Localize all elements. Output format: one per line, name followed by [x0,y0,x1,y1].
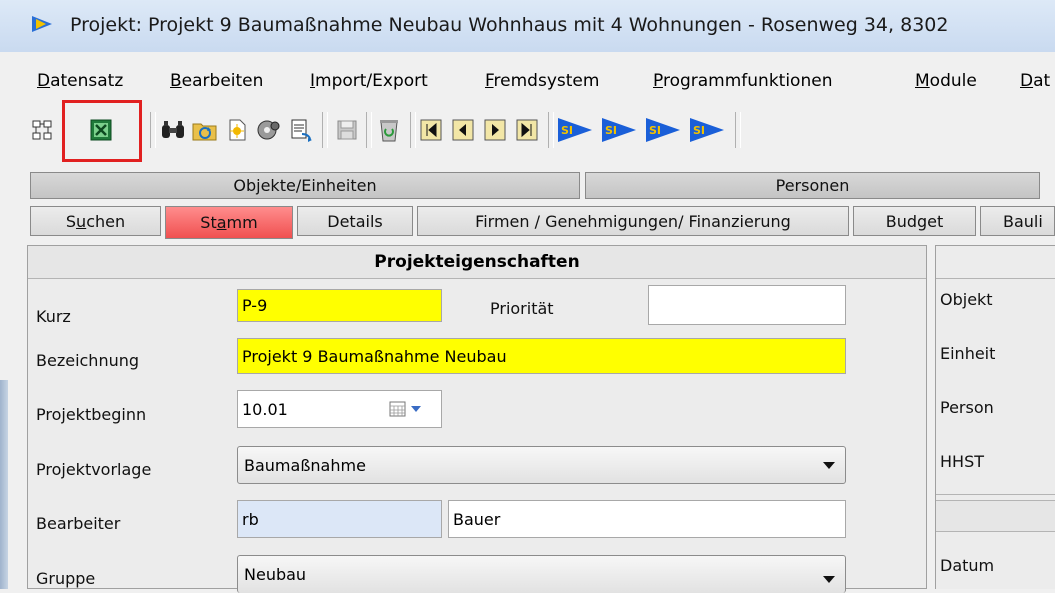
first-record-icon[interactable] [418,117,444,143]
previous-record-icon[interactable] [450,117,476,143]
right-panel-divider [936,494,1055,495]
menu-fremdsystem[interactable]: Fremdsystem [485,71,599,91]
folder-refresh-icon[interactable] [192,117,218,143]
menu-module[interactable]: Module [915,71,977,91]
projektvorlage-value: Baumaßnahme [244,455,366,475]
si-label: SI [605,124,617,137]
calendar-dropdown-icon[interactable] [389,400,429,422]
panel-header: Projekteigenschaften [28,246,926,279]
menu-datensatz[interactable]: Datensatz [37,71,123,91]
next-record-icon[interactable] [482,117,508,143]
hierarchy-icon[interactable] [30,117,56,143]
chevron-down-icon [823,576,835,583]
bearbeiter-code-field: rb [237,500,442,538]
projektbeginn-value: 10.01 [242,399,288,419]
si-play-1-icon[interactable]: SI [556,114,596,146]
last-record-icon[interactable] [514,117,540,143]
window-left-edge [0,380,8,589]
right-panel-divider [936,278,1055,279]
si-label: SI [649,124,661,137]
app-icon [30,13,56,35]
hhst-label: HHST [940,452,984,471]
kurz-input[interactable]: P-9 [237,289,442,322]
toolbar-separator [735,112,741,148]
new-document-icon[interactable] [224,117,250,143]
person-label: Person [940,398,994,417]
gruppe-value: Neubau [244,565,307,584]
right-panel-subheader [936,500,1055,532]
bezeichnung-label: Bezeichnung [36,351,140,370]
kurz-label: Kurz [36,307,71,326]
projektbeginn-label: Projektbeginn [36,405,147,424]
toolbar-separator [410,112,416,148]
excel-export-highlight [62,100,142,162]
tab-details[interactable]: Details [297,206,413,236]
prioritaet-input[interactable] [648,285,846,325]
save-icon[interactable] [334,117,360,143]
gruppe-label: Gruppe [36,569,96,588]
tab-objekte-einheiten[interactable]: Objekte/Einheiten [30,172,580,199]
window-title: Projekt: Projekt 9 Baumaßnahme Neubau Wo… [70,14,949,36]
bearbeiter-name-field: Bauer [448,500,846,538]
toolbar-separator [366,112,372,148]
document-transfer-icon[interactable] [288,117,314,143]
bearbeiter-label: Bearbeiter [36,514,121,533]
menu-programmfunktionen[interactable]: Programmfunktionen [653,71,832,91]
einheit-label: Einheit [940,344,996,363]
si-play-2-icon[interactable]: SI [600,114,640,146]
objekt-label: Objekt [940,290,993,309]
cd-gear-icon[interactable] [256,117,282,143]
projektvorlage-label: Projektvorlage [36,460,152,479]
si-label: SI [561,124,573,137]
si-play-4-icon[interactable]: SI [688,114,728,146]
tab-bauliste[interactable]: Bauli [980,206,1055,236]
prioritaet-label: Priorität [490,299,554,318]
recycle-bin-icon[interactable] [376,117,402,143]
tab-firmen-genehmigungen-finanzierung[interactable]: Firmen / Genehmigungen/ Finanzierung [417,206,849,236]
bezeichnung-input[interactable]: Projekt 9 Baumaßnahme Neubau [237,338,846,374]
menu-import-export[interactable]: Import/Export [310,71,428,91]
toolbar-separator [548,112,554,148]
toolbar-separator [150,112,156,148]
datum-label: Datum [940,556,995,575]
si-play-3-icon[interactable]: SI [644,114,684,146]
si-label: SI [693,124,705,137]
chevron-down-icon [823,462,835,469]
tab-budget[interactable]: Budget [853,206,976,236]
menu-daten[interactable]: Dat [1020,71,1050,91]
menu-bearbeiten[interactable]: Bearbeiten [170,71,263,91]
gruppe-dropdown[interactable]: Neubau [237,555,846,593]
projektvorlage-dropdown[interactable]: Baumaßnahme [237,446,846,484]
binoculars-icon[interactable] [160,117,186,143]
tab-suchen[interactable]: Su chen [30,206,161,236]
tab-stamm[interactable]: St a mm [165,206,293,239]
tab-personen[interactable]: Personen [585,172,1040,199]
toolbar-separator [322,112,328,148]
